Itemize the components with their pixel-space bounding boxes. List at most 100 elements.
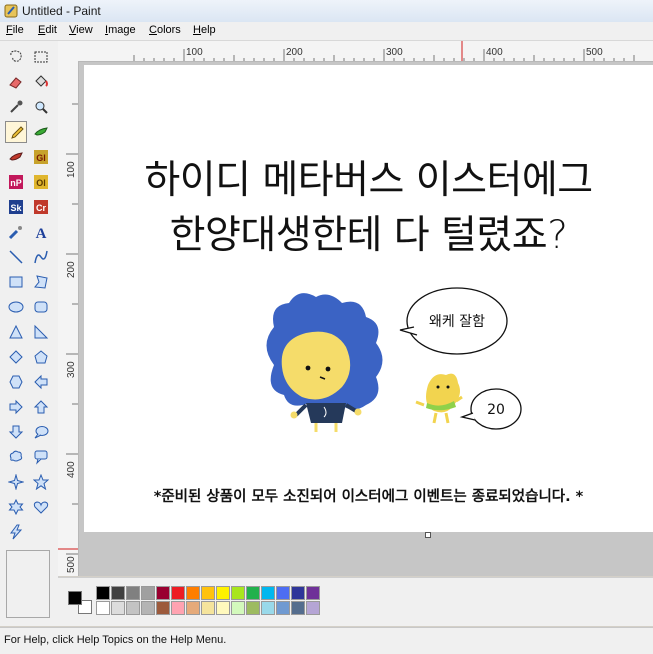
- tool-options-panel[interactable]: [6, 550, 50, 618]
- curve-icon: [34, 250, 48, 264]
- star-five-tool[interactable]: [30, 471, 52, 493]
- plugin-ol-tool[interactable]: Ol: [30, 171, 52, 193]
- palette-swatch[interactable]: [216, 601, 230, 615]
- palette-swatch[interactable]: [111, 601, 125, 615]
- palette-swatch[interactable]: [276, 601, 290, 615]
- star-four-icon: [8, 474, 24, 490]
- text-tool[interactable]: A: [30, 221, 52, 243]
- hexagon-tool[interactable]: [5, 371, 27, 393]
- palette-swatch[interactable]: [171, 601, 185, 615]
- status-help-text: For Help, click Help Topics on the Help …: [4, 634, 227, 646]
- curve-tool[interactable]: [30, 246, 52, 268]
- speech-bubble-large: 왜케 잘함: [399, 287, 508, 355]
- free-select-tool[interactable]: [5, 46, 27, 68]
- palette-swatch[interactable]: [96, 586, 110, 600]
- palette-swatch[interactable]: [246, 601, 260, 615]
- palette-swatch[interactable]: [186, 586, 200, 600]
- callout-round-tool[interactable]: [30, 421, 52, 443]
- gl-plugin-icon: Gl: [34, 150, 48, 164]
- callout-rect-tool[interactable]: [30, 446, 52, 468]
- palette-swatch[interactable]: [261, 586, 275, 600]
- line-tool[interactable]: [5, 246, 27, 268]
- drawing-canvas[interactable]: 하이디 메타버스 이스터에그 한양대생한테 다 털렸죠? 왜케 잘함 20 *준…: [84, 65, 653, 532]
- menu-edit[interactable]: Edit: [38, 24, 57, 36]
- menu-help[interactable]: Help: [193, 24, 216, 36]
- palette-swatch[interactable]: [201, 601, 215, 615]
- pentagon-tool[interactable]: [30, 346, 52, 368]
- horizontal-ruler: 100 200 300 400 500: [58, 41, 653, 62]
- triangle-tool[interactable]: [5, 321, 27, 343]
- lightning-tool[interactable]: [5, 521, 27, 543]
- plugin-cr-tool[interactable]: Cr: [30, 196, 52, 218]
- palette-swatch[interactable]: [201, 586, 215, 600]
- plugin-brush-icon: [9, 152, 23, 161]
- star-six-icon: [8, 499, 24, 515]
- diamond-tool[interactable]: [5, 346, 27, 368]
- brush-tool[interactable]: [30, 121, 52, 143]
- callout-cloud-tool[interactable]: [5, 446, 27, 468]
- star-four-tool[interactable]: [5, 471, 27, 493]
- polygon-tool[interactable]: [30, 271, 52, 293]
- palette-swatch[interactable]: [231, 586, 245, 600]
- ruler-left-label: 500: [66, 556, 77, 573]
- ellipse-tool[interactable]: [5, 296, 27, 318]
- arrow-down-tool[interactable]: [5, 421, 27, 443]
- brush-icon: [34, 127, 48, 136]
- palette-swatch[interactable]: [126, 586, 140, 600]
- svg-text:Gl: Gl: [36, 153, 46, 163]
- palette-swatch[interactable]: [231, 601, 245, 615]
- palette-swatch[interactable]: [126, 601, 140, 615]
- arrow-left-tool[interactable]: [30, 371, 52, 393]
- canvas-drawing: 왜케 잘함 20: [266, 287, 522, 432]
- menu-file[interactable]: File: [6, 24, 24, 36]
- palette-swatch[interactable]: [96, 601, 110, 615]
- line-icon: [9, 250, 23, 264]
- menu-view[interactable]: View: [69, 24, 93, 36]
- right-triangle-tool[interactable]: [30, 321, 52, 343]
- canvas-resize-handle[interactable]: [425, 532, 431, 538]
- menu-colors[interactable]: Colors: [149, 24, 181, 36]
- ruler-top-label: 400: [486, 47, 503, 58]
- palette-swatch[interactable]: [291, 601, 305, 615]
- menu-image[interactable]: Image: [105, 24, 136, 36]
- plugin-sk-tool[interactable]: Sk: [5, 196, 27, 218]
- rect-select-tool[interactable]: [30, 46, 52, 68]
- palette-swatch[interactable]: [171, 586, 185, 600]
- arrow-up-tool[interactable]: [30, 396, 52, 418]
- palette-swatch[interactable]: [156, 586, 170, 600]
- palette-swatch[interactable]: [141, 586, 155, 600]
- rectangle-tool[interactable]: [5, 271, 27, 293]
- pencil-tool[interactable]: [5, 121, 27, 143]
- palette-swatch[interactable]: [246, 586, 260, 600]
- plugin-np-tool[interactable]: nP: [5, 171, 27, 193]
- magnifier-tool[interactable]: [30, 96, 52, 118]
- airbrush-tool[interactable]: [5, 221, 27, 243]
- palette-swatch[interactable]: [141, 601, 155, 615]
- palette-swatch[interactable]: [216, 586, 230, 600]
- palette-swatch[interactable]: [306, 586, 320, 600]
- bubble-large-text: 왜케 잘함: [429, 314, 485, 330]
- eraser-tool[interactable]: [5, 71, 27, 93]
- fill-tool[interactable]: [30, 71, 52, 93]
- star-six-tool[interactable]: [5, 496, 27, 518]
- foreground-color-swatch[interactable]: [68, 591, 82, 605]
- plugin-gl-tool[interactable]: Gl: [30, 146, 52, 168]
- ruler-left-label: 200: [66, 261, 77, 278]
- callout-round-icon: [34, 426, 49, 439]
- palette-swatch[interactable]: [306, 601, 320, 615]
- palette-swatch[interactable]: [156, 601, 170, 615]
- rounded-rect-tool[interactable]: [30, 296, 52, 318]
- plugin-brush-tool[interactable]: [5, 146, 27, 168]
- palette-swatch[interactable]: [276, 586, 290, 600]
- palette-swatch[interactable]: [111, 586, 125, 600]
- ellipse-icon: [8, 301, 24, 313]
- heart-tool[interactable]: [30, 496, 52, 518]
- color-picker-tool[interactable]: [5, 96, 27, 118]
- arrow-right-tool[interactable]: [5, 396, 27, 418]
- current-colors[interactable]: [64, 586, 94, 616]
- palette-swatch[interactable]: [186, 601, 200, 615]
- palette-swatch[interactable]: [291, 586, 305, 600]
- ruler-ticks: [133, 41, 635, 61]
- palette-swatch[interactable]: [261, 601, 275, 615]
- np-plugin-icon: nP: [9, 175, 23, 189]
